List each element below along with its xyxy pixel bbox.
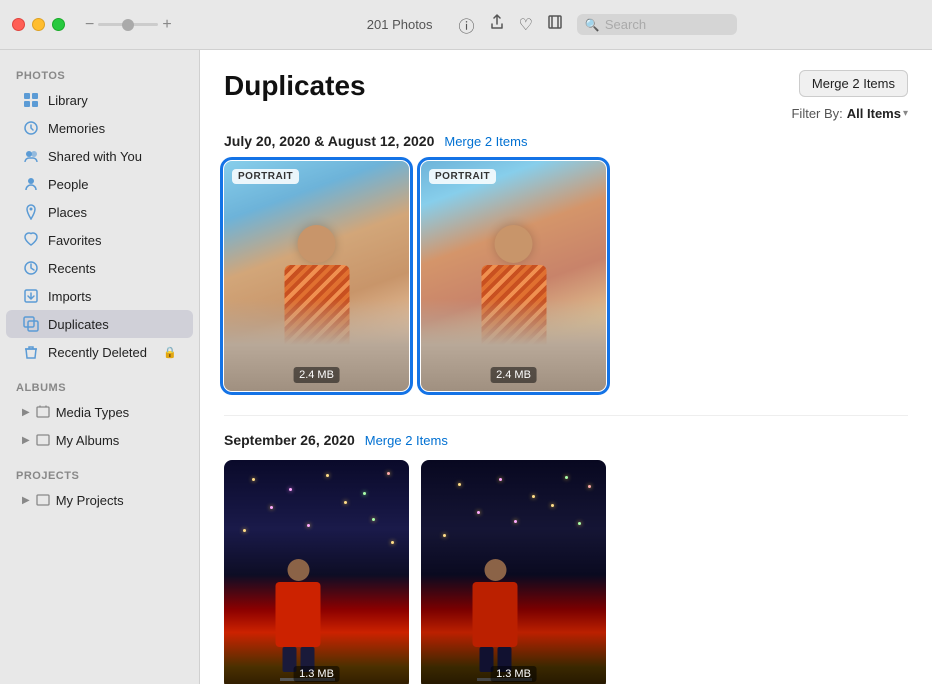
- minimize-button[interactable]: [32, 18, 45, 31]
- sidebar-item-places[interactable]: Places: [6, 198, 193, 226]
- places-icon: [22, 203, 40, 221]
- zoom-slider[interactable]: [98, 23, 158, 26]
- filter-label: Filter By:: [791, 106, 842, 121]
- sidebar-label-media-types: Media Types: [56, 405, 129, 420]
- filter-value[interactable]: All Items: [847, 106, 901, 121]
- sidebar-item-memories[interactable]: Memories: [6, 114, 193, 142]
- sidebar-label-people: People: [48, 177, 88, 192]
- memories-icon: [22, 119, 40, 137]
- group-header-2: September 26, 2020 Merge 2 Items: [224, 432, 908, 448]
- my-projects-icon: [34, 491, 52, 509]
- content-area: Duplicates Merge 2 Items Filter By: All …: [200, 50, 932, 684]
- projects-section-label: Projects: [0, 462, 199, 486]
- traffic-lights: [12, 18, 65, 31]
- chevron-right-icon-2: ▶: [22, 435, 30, 446]
- duplicates-icon: [22, 315, 40, 333]
- recents-icon: [22, 259, 40, 277]
- sidebar-label-favorites: Favorites: [48, 233, 101, 248]
- chevron-right-icon-3: ▶: [22, 495, 30, 506]
- photo-size-1: 2.4 MB: [293, 367, 340, 383]
- heart-icon: [22, 231, 40, 249]
- search-icon: 🔍: [585, 18, 600, 32]
- group-header-1: July 20, 2020 & August 12, 2020 Merge 2 …: [224, 133, 908, 149]
- portrait-badge-1: PORTRAIT: [232, 169, 299, 184]
- photo-card-2[interactable]: PORTRAIT 2.4 MB: [421, 161, 606, 391]
- photo-card-3[interactable]: 1.3 MB: [224, 460, 409, 684]
- sidebar-item-media-types[interactable]: ▶ Media Types: [6, 398, 193, 426]
- zoom-in-icon[interactable]: +: [162, 16, 171, 34]
- media-types-icon: [34, 403, 52, 421]
- sidebar-item-people[interactable]: People: [6, 170, 193, 198]
- trash-icon: [22, 343, 40, 361]
- favorite-icon[interactable]: ♡: [519, 15, 533, 35]
- group-date-2: September 26, 2020: [224, 432, 355, 448]
- titlebar-icons: ⓘ ♡: [459, 13, 563, 37]
- chevron-right-icon: ▶: [22, 407, 30, 418]
- crop-icon[interactable]: [547, 14, 563, 35]
- photo-card-1[interactable]: PORTRAIT 2.4 MB: [224, 161, 409, 391]
- chevron-down-icon: ▾: [903, 108, 908, 119]
- sidebar-label-places: Places: [48, 205, 87, 220]
- sidebar-item-duplicates[interactable]: Duplicates: [6, 310, 193, 338]
- main-layout: Photos Library Memories Shared with You …: [0, 50, 932, 684]
- divider-1: [224, 415, 908, 416]
- merge-top-button[interactable]: Merge 2 Items: [799, 70, 908, 97]
- filter-row: Filter By: All Items ▾: [224, 106, 908, 121]
- lock-icon: 🔒: [163, 346, 177, 359]
- sidebar-label-my-albums: My Albums: [56, 433, 120, 448]
- shared-icon: [22, 147, 40, 165]
- sidebar-label-duplicates: Duplicates: [48, 317, 109, 332]
- sidebar-item-my-projects[interactable]: ▶ My Projects: [6, 486, 193, 514]
- sidebar-item-my-albums[interactable]: ▶ My Albums: [6, 426, 193, 454]
- sidebar-item-shared-with-you[interactable]: Shared with You: [6, 142, 193, 170]
- titlebar: − + 201 Photos ⓘ ♡ 🔍: [0, 0, 932, 50]
- sidebar-label-memories: Memories: [48, 121, 105, 136]
- merge-link-1[interactable]: Merge 2 Items: [444, 134, 527, 149]
- photos-section-label: Photos: [0, 62, 199, 86]
- maximize-button[interactable]: [52, 18, 65, 31]
- sidebar-label-my-projects: My Projects: [56, 493, 124, 508]
- sidebar-label-recents: Recents: [48, 261, 96, 276]
- sidebar-label-library: Library: [48, 93, 88, 108]
- sidebar-item-recents[interactable]: Recents: [6, 254, 193, 282]
- search-box[interactable]: 🔍 Search: [577, 14, 737, 35]
- content-header: Duplicates Merge 2 Items: [224, 70, 908, 102]
- info-icon[interactable]: ⓘ: [459, 13, 475, 37]
- sidebar-label-recently-deleted: Recently Deleted: [48, 345, 147, 360]
- search-input[interactable]: Search: [605, 17, 729, 32]
- photo-size-2: 2.4 MB: [490, 367, 537, 383]
- share-icon[interactable]: [489, 14, 505, 35]
- group-date-1: July 20, 2020 & August 12, 2020: [224, 133, 434, 149]
- sidebar-item-imports[interactable]: Imports: [6, 282, 193, 310]
- imports-icon: [22, 287, 40, 305]
- my-albums-icon: [34, 431, 52, 449]
- photos-grid-2: 1.3 MB: [224, 460, 908, 684]
- sidebar-item-library[interactable]: Library: [6, 86, 193, 114]
- sidebar-label-shared: Shared with You: [48, 149, 142, 164]
- zoom-out-icon[interactable]: −: [85, 16, 94, 34]
- sidebar: Photos Library Memories Shared with You …: [0, 50, 200, 684]
- zoom-control: − +: [85, 16, 172, 34]
- page-title: Duplicates: [224, 70, 366, 102]
- people-icon: [22, 175, 40, 193]
- grid-icon: [22, 91, 40, 109]
- sidebar-item-recently-deleted[interactable]: Recently Deleted 🔒: [6, 338, 193, 366]
- photo-card-4[interactable]: 1.3 MB: [421, 460, 606, 684]
- portrait-badge-2: PORTRAIT: [429, 169, 496, 184]
- photo-size-4: 1.3 MB: [490, 666, 537, 682]
- sidebar-label-imports: Imports: [48, 289, 91, 304]
- close-button[interactable]: [12, 18, 25, 31]
- photo-size-3: 1.3 MB: [293, 666, 340, 682]
- photo-count: 201 Photos: [367, 17, 433, 32]
- albums-section-label: Albums: [0, 374, 199, 398]
- merge-link-2[interactable]: Merge 2 Items: [365, 433, 448, 448]
- sidebar-item-favorites[interactable]: Favorites: [6, 226, 193, 254]
- photos-grid-1: PORTRAIT 2.4 MB PORTRAIT 2.4 MB: [224, 161, 908, 391]
